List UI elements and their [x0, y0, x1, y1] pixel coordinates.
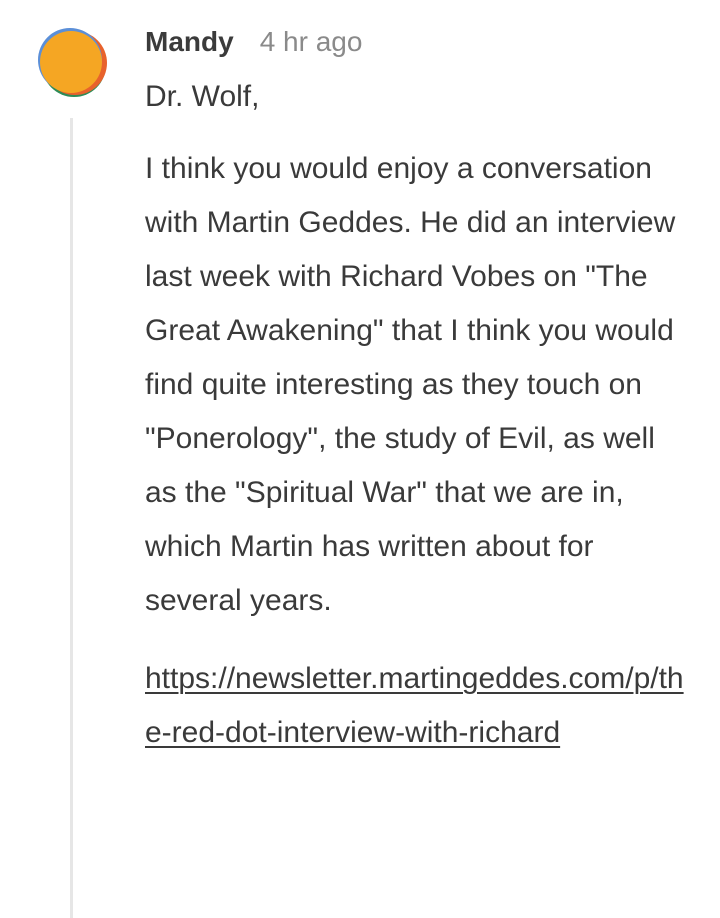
comment-link[interactable]: https://newsletter.martingeddes.com/p/th…	[145, 662, 684, 749]
comment: Mandy 4 hr ago Dr. Wolf, I think you wou…	[145, 26, 690, 760]
link-paragraph: https://newsletter.martingeddes.com/p/th…	[145, 652, 690, 760]
timestamp[interactable]: 4 hr ago	[260, 26, 363, 58]
author-name[interactable]: Mandy	[145, 26, 234, 58]
thread-line	[70, 118, 73, 918]
avatar[interactable]	[37, 27, 107, 97]
comment-greeting: Dr. Wolf,	[145, 80, 260, 113]
user-avatar-icon	[38, 28, 107, 97]
comment-body: I think you would enjoy a conversation w…	[145, 152, 676, 617]
comment-header: Mandy 4 hr ago	[145, 26, 690, 70]
